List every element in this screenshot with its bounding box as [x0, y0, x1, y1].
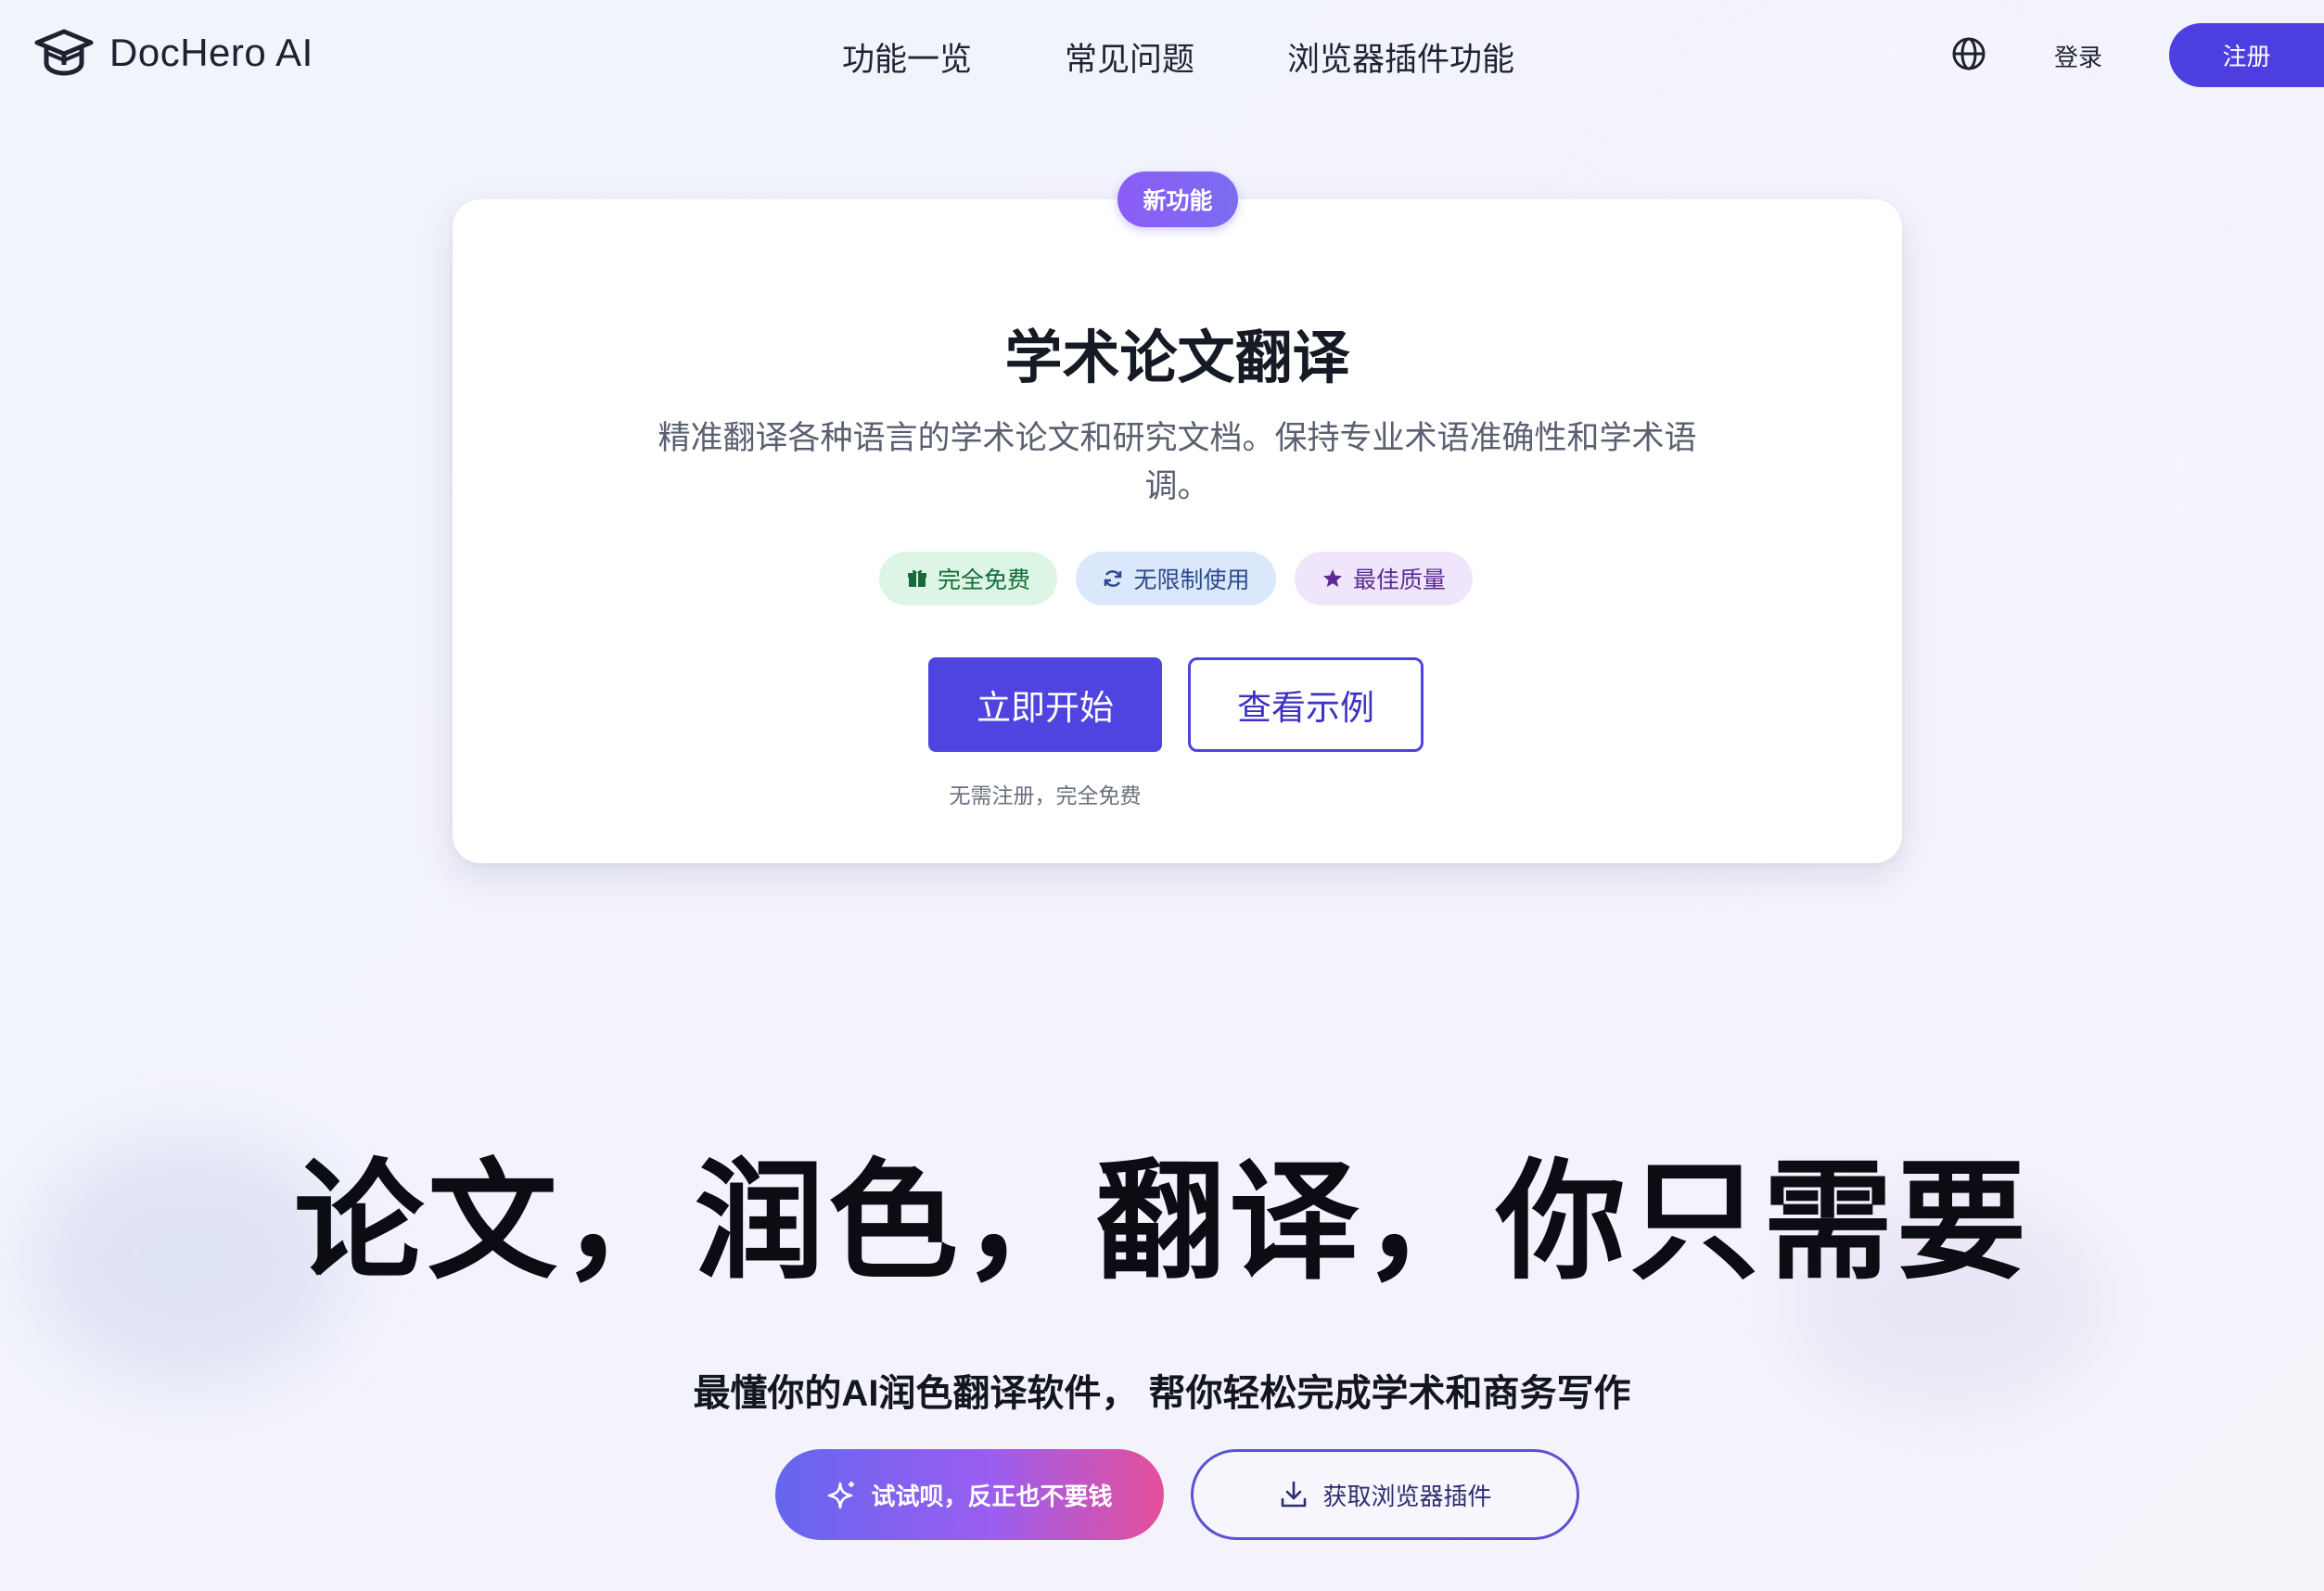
brand-name: DocHero AI: [109, 31, 313, 74]
brand-logo[interactable]: DocHero AI: [33, 28, 313, 78]
feature-card: 学术论文翻译 精准翻译各种语言的学术论文和研究文档。保持专业术语准确性和学术语调…: [453, 199, 1902, 863]
globe-icon[interactable]: [1950, 35, 1987, 72]
top-navigation: DocHero AI 功能一览 常见问题 浏览器插件功能 登录 注册: [0, 0, 2324, 111]
main-nav: 功能一览 常见问题 浏览器插件功能: [842, 33, 1514, 81]
card-note: 无需注册，完全免费: [949, 783, 1142, 808]
login-link[interactable]: 登录: [2054, 39, 2102, 73]
hero-subtitle: 最懂你的AI润色翻译软件， 帮你轻松完成学术和商务写作: [693, 1373, 1631, 1414]
gift-icon: [907, 569, 926, 587]
nav-link-features[interactable]: 功能一览: [842, 33, 972, 81]
chip-label: 最佳质量: [1352, 567, 1446, 593]
signup-button[interactable]: 注册: [2169, 23, 2324, 87]
view-example-button[interactable]: 查看示例: [1188, 657, 1424, 752]
try-it-label: 试试呗，反正也不要钱: [871, 1482, 1113, 1510]
get-plugin-label: 获取浏览器插件: [1322, 1482, 1492, 1510]
chip-best-quality: 最佳质量: [1295, 552, 1473, 605]
sparkle-icon: [828, 1482, 855, 1509]
graduation-cap-icon: [34, 29, 94, 76]
chip-label: 无限制使用: [1133, 567, 1250, 593]
card-title: 学术论文翻译: [1004, 326, 1350, 390]
nav-link-browser-plugin[interactable]: 浏览器插件功能: [1287, 33, 1514, 81]
get-plugin-button[interactable]: 获取浏览器插件: [1191, 1449, 1579, 1540]
refresh-icon: [1105, 570, 1122, 587]
chip-unlimited: 无限制使用: [1076, 552, 1276, 605]
hero-title: 论文，润色，翻译，你只需要: [293, 1149, 2030, 1294]
download-icon: [1282, 1481, 1307, 1508]
star-icon: [1322, 569, 1342, 587]
feature-chips: 完全免费 无限制使用 最佳质量: [879, 552, 1491, 605]
start-now-button[interactable]: 立即开始: [928, 657, 1162, 752]
card-description: 精准翻译各种语言的学术论文和研究文档。保持专业术语准确性和学术语调。: [658, 420, 1697, 504]
chip-free: 完全免费: [879, 552, 1057, 605]
chip-label: 完全免费: [937, 567, 1030, 593]
new-feature-badge: 新功能: [1117, 172, 1238, 227]
nav-link-faq[interactable]: 常见问题: [1065, 33, 1194, 81]
try-it-button[interactable]: 试试呗，反正也不要钱: [775, 1449, 1164, 1540]
